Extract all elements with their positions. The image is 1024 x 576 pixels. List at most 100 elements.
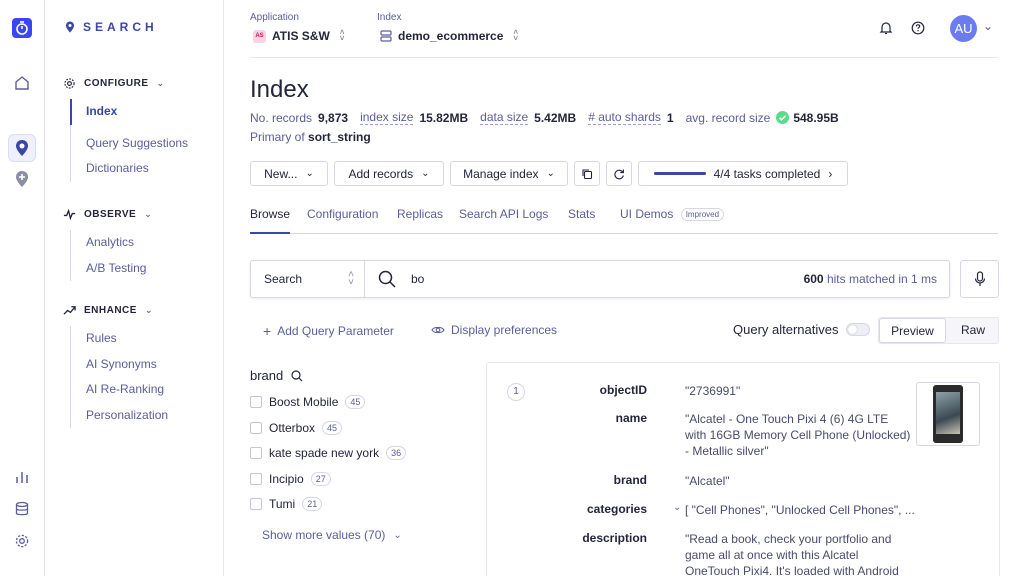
sidebar-item-analytics[interactable]: Analytics xyxy=(71,230,146,256)
sidebar-item-personalization[interactable]: Personalization xyxy=(71,403,168,429)
query-alternatives-toggle[interactable] xyxy=(846,323,870,336)
application-label: Application xyxy=(250,12,299,23)
search-type-value: Search xyxy=(264,272,303,286)
tasks-progress-bar xyxy=(653,172,706,175)
chevron-down-icon: ⌄ xyxy=(305,168,314,179)
field-key: name xyxy=(615,411,647,425)
tasks-status-button[interactable]: 4/4 tasks completed › xyxy=(638,161,848,186)
application-selector[interactable]: AS ATIS S&W ˄ ˅ xyxy=(253,29,344,43)
field-key: description xyxy=(582,531,647,545)
hits-count: 600 xyxy=(803,272,824,286)
plus-icon: + xyxy=(263,323,272,339)
icon-rail xyxy=(0,0,45,576)
add-query-parameter-button[interactable]: + Add Query Parameter xyxy=(263,323,394,339)
sidebar-item-dictionaries[interactable]: Dictionaries xyxy=(71,156,188,182)
facet-count: 21 xyxy=(302,497,323,511)
tab-search-api-logs[interactable]: Search API Logs xyxy=(459,207,548,234)
section-enhance[interactable]: ENHANCE ⌄ xyxy=(63,304,153,317)
improved-badge: Improved xyxy=(680,208,725,222)
query-alternatives-label: Query alternatives xyxy=(733,322,839,337)
search-icon xyxy=(378,270,396,291)
facet-count: 27 xyxy=(310,472,331,486)
chevron-down-icon: ⌄ xyxy=(144,209,153,219)
sidebar-item-index[interactable]: Index xyxy=(70,99,188,125)
copy-icon xyxy=(582,168,593,179)
bell-icon[interactable] xyxy=(879,21,893,38)
settings-gear-icon[interactable] xyxy=(8,527,36,555)
raw-button[interactable]: Raw xyxy=(949,318,997,343)
facet-checkbox[interactable] xyxy=(250,422,262,434)
section-enhance-title: ENHANCE xyxy=(84,305,137,316)
index-label: Index xyxy=(377,12,402,23)
chevron-down-icon[interactable]: ⌄ xyxy=(983,19,993,33)
index-selector[interactable]: demo_ecommerce ˄ ˅ xyxy=(380,29,518,43)
facet-checkbox[interactable] xyxy=(250,473,262,485)
facet-item[interactable]: Incipio 27 xyxy=(250,472,331,486)
sidebar-item-ai-synonyms[interactable]: AI Synonyms xyxy=(71,352,168,378)
facet-item[interactable]: Otterbox 45 xyxy=(250,421,343,435)
stat-shards-label: # auto shards xyxy=(588,110,661,125)
chevron-down-icon: ⌄ xyxy=(546,168,555,179)
primary-index-link[interactable]: sort_string xyxy=(308,130,371,144)
chevron-right-icon: › xyxy=(828,166,833,181)
home-icon[interactable] xyxy=(8,69,36,97)
display-preferences-button[interactable]: Display preferences xyxy=(431,323,557,337)
manage-index-button[interactable]: Manage index ⌄ xyxy=(450,161,568,186)
refresh-button[interactable] xyxy=(606,161,632,186)
section-observe[interactable]: OBSERVE ⌄ xyxy=(63,208,152,221)
sidebar-item-query-suggestions[interactable]: Query Suggestions xyxy=(71,131,188,157)
updown-chevron-icon: ˄ ˅ xyxy=(339,28,345,43)
eye-icon xyxy=(431,326,445,334)
product-logo: SEARCH xyxy=(65,20,158,34)
main-content: Application AS ATIS S&W ˄ ˅ Index demo_ec… xyxy=(250,0,1000,576)
field-key: categories xyxy=(586,502,647,516)
database-icon[interactable] xyxy=(8,495,36,523)
user-avatar[interactable]: AU xyxy=(950,15,977,42)
gear-icon xyxy=(64,78,75,89)
facet-item[interactable]: Tumi 21 xyxy=(250,497,323,511)
sidebar-item-ai-reranking[interactable]: AI Re-Ranking xyxy=(71,377,168,403)
product-thumbnail[interactable] xyxy=(916,382,980,446)
voice-search-button[interactable] xyxy=(960,260,999,298)
search-icon[interactable] xyxy=(291,369,303,382)
tab-replicas[interactable]: Replicas xyxy=(397,207,443,234)
recommend-product-icon[interactable] xyxy=(8,165,36,193)
preview-button[interactable]: Preview xyxy=(879,318,946,343)
stat-index-size-label: index size xyxy=(360,110,414,125)
facet-item[interactable]: Boost Mobile 45 xyxy=(250,395,366,409)
facet-checkbox[interactable] xyxy=(250,498,262,510)
search-input[interactable]: bo xyxy=(411,261,424,297)
search-box: Search ˄ ˅ bo 600 hits matched in 1 ms xyxy=(250,260,950,298)
search-product-icon[interactable] xyxy=(8,134,36,162)
tab-ui-demos[interactable]: UI Demos Improved xyxy=(620,207,725,234)
copy-button[interactable] xyxy=(574,161,600,186)
section-configure[interactable]: CONFIGURE ⌄ xyxy=(63,77,165,90)
tab-browse[interactable]: Browse xyxy=(250,207,291,234)
sidebar-item-rules[interactable]: Rules xyxy=(71,326,168,352)
manage-index-label: Manage index xyxy=(463,166,539,181)
facet-checkbox[interactable] xyxy=(250,447,262,459)
sidebar-item-ab-testing[interactable]: A/B Testing xyxy=(71,256,146,282)
help-icon[interactable] xyxy=(911,21,925,38)
tab-stats[interactable]: Stats xyxy=(568,207,595,234)
facet-label: Incipio xyxy=(269,472,304,486)
app-logo-icon[interactable] xyxy=(8,14,36,42)
stat-index-size-value: 15.82MB xyxy=(419,110,469,125)
new-button[interactable]: New... ⌄ xyxy=(250,161,328,186)
stat-data-size-label: data size xyxy=(480,110,529,125)
search-type-select[interactable]: Search ˄ ˅ xyxy=(251,261,365,297)
facet-item[interactable]: kate spade new york 36 xyxy=(250,446,407,460)
field-value: "Alcatel" xyxy=(685,474,730,488)
analytics-icon[interactable] xyxy=(8,463,36,491)
tab-configuration[interactable]: Configuration xyxy=(307,207,378,234)
server-icon xyxy=(380,30,392,42)
record-card: 1 objectID "2736991" name "Alcatel - One… xyxy=(486,362,1000,576)
topbar: Application AS ATIS S&W ˄ ˅ Index demo_ec… xyxy=(250,0,998,58)
check-circle-icon xyxy=(776,111,790,124)
field-key: brand xyxy=(613,473,647,487)
show-more-values-button[interactable]: Show more values (70) ⌄ xyxy=(262,528,402,542)
facet-checkbox[interactable] xyxy=(250,396,262,408)
add-records-button[interactable]: Add records ⌄ xyxy=(334,161,444,186)
show-more-label: Show more values (70) xyxy=(262,528,386,542)
expand-chevron-icon[interactable]: ⌄ xyxy=(673,502,681,513)
